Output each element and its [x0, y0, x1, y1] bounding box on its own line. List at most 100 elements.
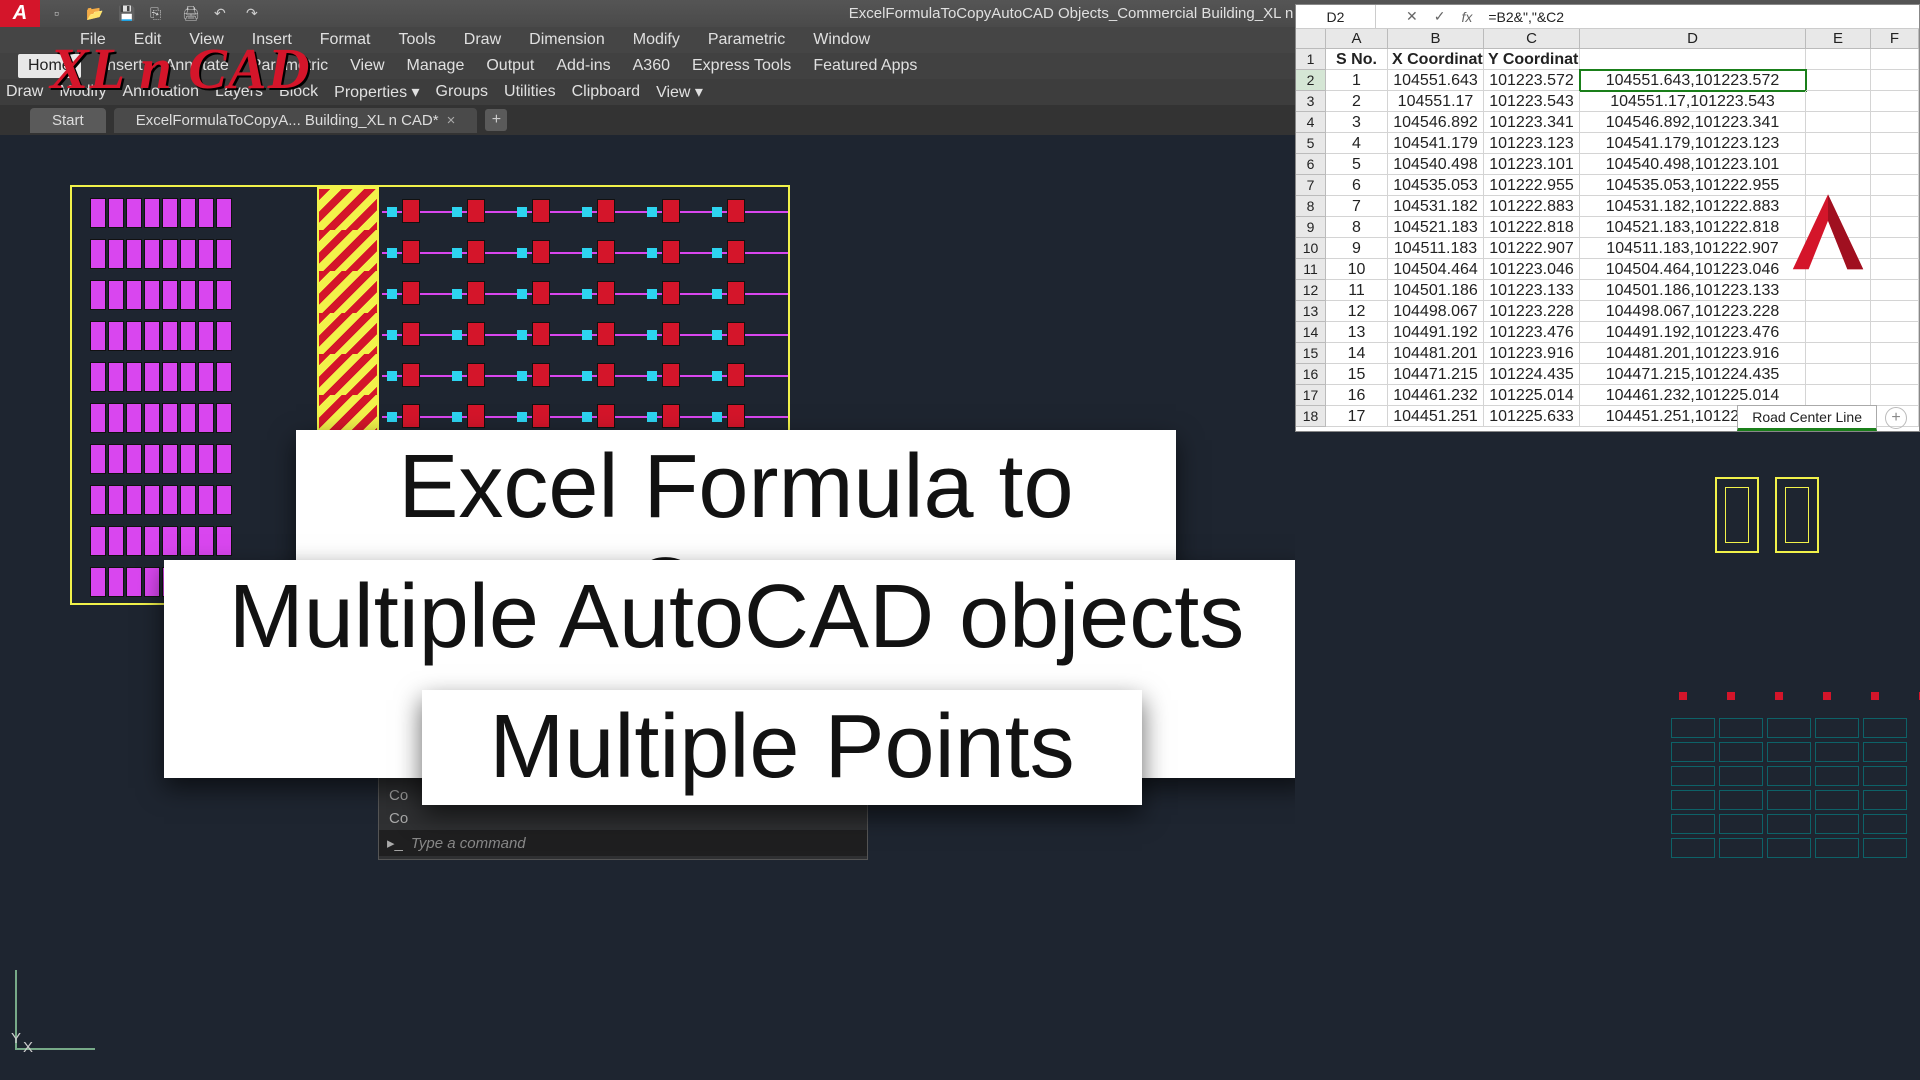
row-header[interactable]: 5: [1296, 133, 1326, 154]
cell[interactable]: 101225.014: [1484, 385, 1580, 406]
cell[interactable]: [1871, 385, 1919, 406]
cell[interactable]: 101223.572: [1484, 70, 1580, 91]
mb2-item[interactable]: A360: [633, 57, 670, 75]
cell[interactable]: 101223.543: [1484, 91, 1580, 112]
cell[interactable]: 104471.215: [1388, 364, 1484, 385]
row-header[interactable]: 16: [1296, 364, 1326, 385]
cell[interactable]: 13: [1326, 322, 1388, 343]
name-box[interactable]: D2: [1296, 5, 1376, 28]
cell[interactable]: 104521.183,101222.818: [1580, 217, 1806, 238]
cell[interactable]: 12: [1326, 301, 1388, 322]
cell[interactable]: 101225.633: [1484, 406, 1580, 427]
mb2-item[interactable]: Express Tools: [692, 57, 791, 75]
cell[interactable]: 104546.892,101223.341: [1580, 112, 1806, 133]
row-header[interactable]: 13: [1296, 301, 1326, 322]
cell[interactable]: 16: [1326, 385, 1388, 406]
row-header[interactable]: 4: [1296, 112, 1326, 133]
tab-drawing[interactable]: ExcelFormulaToCopyA... Building_XL n CAD…: [114, 108, 478, 133]
mb3-item[interactable]: Draw: [6, 83, 43, 101]
cell[interactable]: 101223.228: [1484, 301, 1580, 322]
cell[interactable]: [1871, 217, 1919, 238]
cell[interactable]: 7: [1326, 196, 1388, 217]
cell[interactable]: 101223.476: [1484, 322, 1580, 343]
cell[interactable]: 101222.955: [1484, 175, 1580, 196]
cell[interactable]: 14: [1326, 343, 1388, 364]
cell[interactable]: 101223.123: [1484, 133, 1580, 154]
cell[interactable]: 104535.053,101222.955: [1580, 175, 1806, 196]
cell[interactable]: [1806, 112, 1871, 133]
col-header[interactable]: B: [1388, 29, 1484, 49]
cell[interactable]: [1580, 49, 1806, 70]
cell[interactable]: 101223.916: [1484, 343, 1580, 364]
cell[interactable]: 9: [1326, 238, 1388, 259]
redo-icon[interactable]: ↷: [246, 5, 264, 23]
mb1-item[interactable]: Format: [320, 31, 371, 49]
col-header[interactable]: D: [1580, 29, 1806, 49]
mb1-item[interactable]: Draw: [464, 31, 501, 49]
cell[interactable]: 104491.192: [1388, 322, 1484, 343]
cell[interactable]: 8: [1326, 217, 1388, 238]
cell[interactable]: 4: [1326, 133, 1388, 154]
cell[interactable]: [1806, 133, 1871, 154]
cell[interactable]: 104546.892: [1388, 112, 1484, 133]
row-header[interactable]: 11: [1296, 259, 1326, 280]
cell[interactable]: [1871, 70, 1919, 91]
cell[interactable]: S No.: [1326, 49, 1388, 70]
cell[interactable]: 104491.192,101223.476: [1580, 322, 1806, 343]
cell[interactable]: [1871, 175, 1919, 196]
mb1-item[interactable]: Window: [813, 31, 870, 49]
cell[interactable]: 101223.101: [1484, 154, 1580, 175]
cell[interactable]: 104501.186: [1388, 280, 1484, 301]
cell[interactable]: 104498.067,101223.228: [1580, 301, 1806, 322]
mb1-item[interactable]: Tools: [398, 31, 435, 49]
mb3-item[interactable]: View ▾: [656, 82, 703, 102]
cell[interactable]: 101223.133: [1484, 280, 1580, 301]
tab-add-button[interactable]: +: [485, 109, 507, 131]
cell[interactable]: [1871, 133, 1919, 154]
row-header[interactable]: 14: [1296, 322, 1326, 343]
cell[interactable]: [1806, 91, 1871, 112]
cell[interactable]: [1871, 196, 1919, 217]
cell[interactable]: [1806, 364, 1871, 385]
cell[interactable]: [1806, 343, 1871, 364]
cell[interactable]: [1806, 385, 1871, 406]
cell[interactable]: 104551.643: [1388, 70, 1484, 91]
cell[interactable]: [1871, 364, 1919, 385]
cell[interactable]: X Coordinate: [1388, 49, 1484, 70]
cell[interactable]: 1: [1326, 70, 1388, 91]
cell[interactable]: 104551.17,101223.543: [1580, 91, 1806, 112]
cell[interactable]: [1871, 112, 1919, 133]
mb3-item[interactable]: Properties ▾: [334, 82, 419, 102]
add-sheet-button[interactable]: +: [1885, 407, 1907, 429]
mb2-item[interactable]: Output: [486, 57, 534, 75]
cell[interactable]: [1806, 70, 1871, 91]
cell[interactable]: [1871, 91, 1919, 112]
close-icon[interactable]: ×: [447, 112, 456, 129]
row-header[interactable]: 6: [1296, 154, 1326, 175]
cell[interactable]: 104501.186,101223.133: [1580, 280, 1806, 301]
mb2-item[interactable]: View: [350, 57, 384, 75]
fx-icon[interactable]: fx: [1461, 9, 1472, 25]
row-header[interactable]: 9: [1296, 217, 1326, 238]
cell[interactable]: 104540.498: [1388, 154, 1484, 175]
row-header[interactable]: 17: [1296, 385, 1326, 406]
mb2-item[interactable]: Manage: [407, 57, 465, 75]
cancel-icon[interactable]: ✕: [1406, 8, 1418, 25]
cell[interactable]: 104535.053: [1388, 175, 1484, 196]
cell[interactable]: 101222.883: [1484, 196, 1580, 217]
cell[interactable]: 10: [1326, 259, 1388, 280]
new-icon[interactable]: ▫: [54, 5, 72, 23]
mb2-item[interactable]: Featured Apps: [813, 57, 917, 75]
save-icon[interactable]: 💾: [118, 5, 136, 23]
col-header[interactable]: E: [1806, 29, 1871, 49]
mb3-item[interactable]: Groups: [436, 83, 488, 101]
cell[interactable]: 104540.498,101223.101: [1580, 154, 1806, 175]
cell[interactable]: 11: [1326, 280, 1388, 301]
cell[interactable]: 104551.643,101223.572: [1580, 70, 1806, 91]
cell[interactable]: [1871, 154, 1919, 175]
col-header[interactable]: A: [1326, 29, 1388, 49]
plot-icon[interactable]: 🖨: [182, 5, 200, 23]
cell[interactable]: 104504.464: [1388, 259, 1484, 280]
cell[interactable]: 104541.179: [1388, 133, 1484, 154]
cell[interactable]: 104531.182,101222.883: [1580, 196, 1806, 217]
